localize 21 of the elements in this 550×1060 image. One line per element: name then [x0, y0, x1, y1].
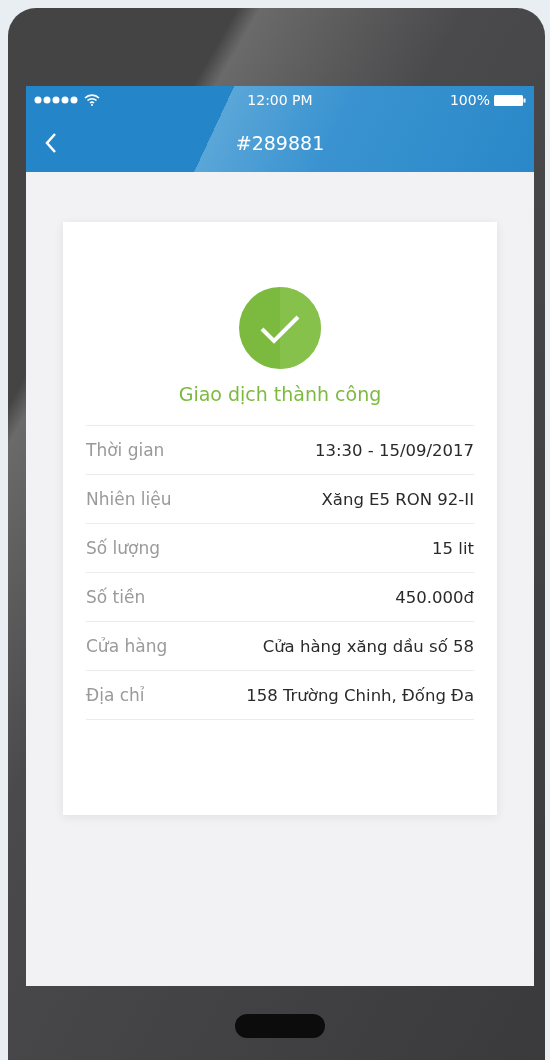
detail-value: 15 lit: [432, 538, 474, 558]
detail-value: 158 Trường Chinh, Đống Đa: [246, 685, 474, 705]
detail-label: Địa chỉ: [86, 685, 145, 705]
nav-title: #289881: [235, 132, 325, 154]
status-time: 12:00 PM: [247, 92, 313, 108]
detail-value: 450.000đ: [395, 587, 474, 607]
battery-percent: 100%: [449, 92, 490, 108]
battery-icon: [494, 94, 526, 106]
signal-icon: [34, 96, 80, 104]
detail-label: Thời gian: [86, 440, 165, 460]
detail-label: Nhiên liệu: [86, 489, 172, 509]
detail-label: Số lượng: [86, 538, 161, 558]
detail-value: 13:30 - 15/09/2017: [314, 440, 474, 460]
detail-value: Cửa hàng xăng dầu số 58: [262, 636, 474, 656]
status-message: Giao dịch thành công: [177, 383, 383, 405]
back-button[interactable]: [44, 132, 58, 154]
detail-label: Số tiền: [86, 587, 146, 607]
wifi-icon: [84, 94, 100, 106]
detail-label: Cửa hàng: [86, 636, 168, 656]
check-circle-icon: [239, 287, 321, 369]
detail-value: Xăng E5 RON 92-II: [321, 489, 474, 509]
